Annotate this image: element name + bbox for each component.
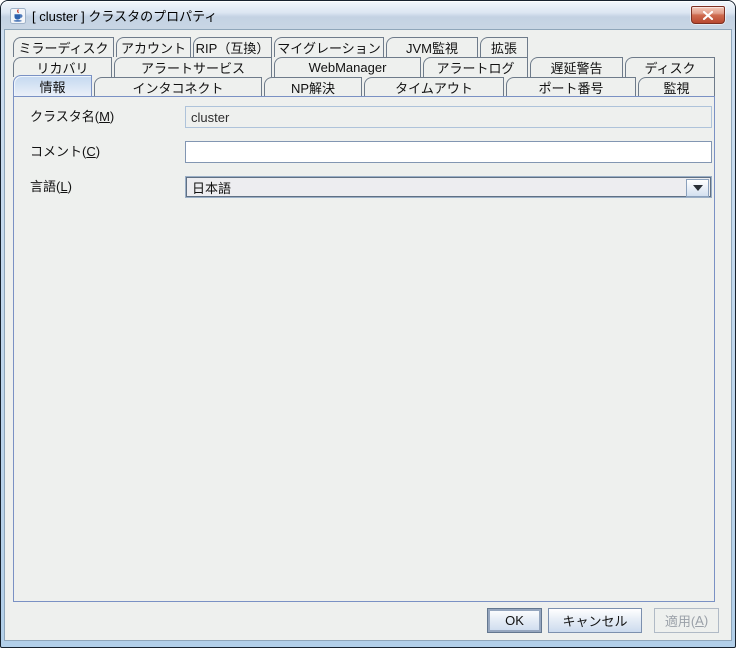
tab-port-number[interactable]: ポート番号	[506, 77, 636, 97]
cluster-name-label: クラスタ名(M)	[30, 106, 114, 128]
language-combobox[interactable]: 日本語	[185, 176, 712, 198]
tab-interconnect[interactable]: インタコネクト	[94, 77, 262, 97]
language-combobox-button[interactable]	[686, 179, 709, 197]
comment-field[interactable]	[185, 141, 712, 163]
tab-info[interactable]: 情報	[13, 75, 92, 97]
tab-alert-service[interactable]: アラートサービス	[114, 57, 272, 77]
ok-button[interactable]: OK	[487, 608, 542, 633]
tab-mirror-disk[interactable]: ミラーディスク	[13, 37, 114, 57]
tab-np-resolution[interactable]: NP解決	[264, 77, 362, 97]
dialog-client-area: ミラーディスク アカウント RIP（互換） マイグレーション JVM監視 拡張 …	[5, 30, 731, 640]
close-icon	[702, 11, 714, 20]
tab-migration[interactable]: マイグレーション	[274, 37, 384, 57]
language-combobox-value: 日本語	[192, 178, 231, 197]
tab-account[interactable]: アカウント	[116, 37, 191, 57]
tab-alert-log[interactable]: アラートログ	[423, 57, 528, 77]
cluster-name-field	[185, 106, 712, 128]
tab-extension[interactable]: 拡張	[480, 37, 528, 57]
info-tab-panel: クラスタ名(M) コメント(C) 言語(L) 日本語	[13, 96, 715, 602]
tab-row-3: 情報 インタコネクト NP解決 タイムアウト ポート番号 監視	[13, 77, 717, 97]
tab-jvm-monitor[interactable]: JVM監視	[386, 37, 478, 57]
java-icon	[10, 8, 26, 24]
tab-recovery[interactable]: リカバリ	[13, 57, 112, 77]
cluster-properties-dialog: [ cluster ] クラスタのプロパティ ミラーディスク アカウント RIP…	[0, 0, 736, 648]
dialog-button-bar: OK キャンセル 適用(A)	[5, 608, 719, 633]
tab-webmanager[interactable]: WebManager	[274, 57, 421, 77]
tab-monitor[interactable]: 監視	[638, 77, 715, 97]
tab-row-1: ミラーディスク アカウント RIP（互換） マイグレーション JVM監視 拡張	[13, 37, 530, 57]
title-bar[interactable]: [ cluster ] クラスタのプロパティ	[1, 1, 735, 30]
window-title: [ cluster ] クラスタのプロパティ	[32, 6, 217, 25]
close-button[interactable]	[691, 6, 725, 24]
language-label: 言語(L)	[30, 176, 72, 198]
apply-button: 適用(A)	[654, 608, 719, 633]
tab-delay-warning[interactable]: 遅延警告	[530, 57, 623, 77]
chevron-down-icon	[693, 185, 703, 191]
cancel-button[interactable]: キャンセル	[548, 608, 642, 633]
tab-rip-compat[interactable]: RIP（互換）	[193, 37, 272, 57]
tab-timeout[interactable]: タイムアウト	[364, 77, 504, 97]
comment-label: コメント(C)	[30, 141, 100, 163]
tab-disk[interactable]: ディスク	[625, 57, 715, 77]
tab-row-2: リカバリ アラートサービス WebManager アラートログ 遅延警告 ディス…	[13, 57, 717, 77]
